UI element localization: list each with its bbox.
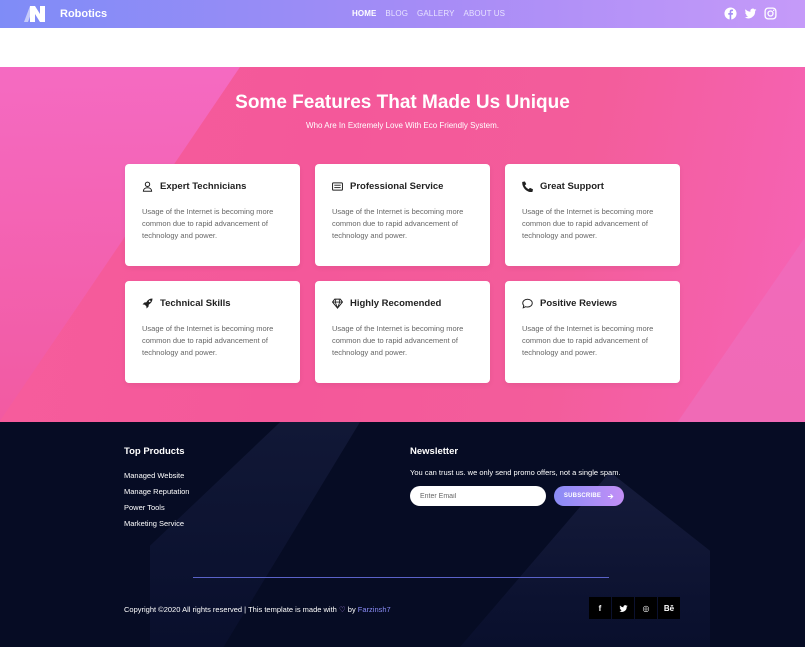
feature-card-text: Usage of the Internet is becoming more c… bbox=[522, 324, 654, 357]
nav-blog[interactable]: BLOG bbox=[385, 9, 408, 18]
footer-link[interactable]: Managed Website bbox=[124, 471, 189, 487]
feature-card-title: Expert Technicians bbox=[160, 181, 247, 192]
rocket-icon bbox=[142, 298, 153, 309]
nav-about-us[interactable]: ABOUT US bbox=[464, 9, 506, 18]
feature-card-text: Usage of the Internet is becoming more c… bbox=[332, 207, 464, 240]
newsletter-heading: Newsletter bbox=[410, 446, 459, 457]
feature-card-text: Usage of the Internet is becoming more c… bbox=[142, 324, 274, 357]
feature-card-text: Usage of the Internet is becoming more c… bbox=[522, 207, 654, 240]
footer-divider bbox=[193, 577, 609, 578]
header-social-links bbox=[724, 7, 777, 20]
brand-logo[interactable]: Robotics bbox=[24, 6, 107, 22]
feature-card: Positive Reviews Usage of the Internet i… bbox=[505, 281, 680, 383]
twitter-icon[interactable] bbox=[612, 597, 634, 619]
heart-icon: ♡ bbox=[338, 605, 346, 614]
arrow-right-icon bbox=[607, 493, 614, 499]
site-footer: Top Products Managed Website Manage Repu… bbox=[0, 422, 805, 647]
nav-gallery[interactable]: GALLERY bbox=[417, 9, 454, 18]
dribbble-icon[interactable]: ◎ bbox=[635, 597, 657, 619]
feature-card-text: Usage of the Internet is becoming more c… bbox=[332, 324, 464, 357]
feature-card: Professional Service Usage of the Intern… bbox=[315, 164, 490, 266]
subscribe-label: SUBSCRIBE bbox=[563, 493, 602, 499]
feature-card: Highly Recomended Usage of the Internet … bbox=[315, 281, 490, 383]
feature-card: Great Support Usage of the Internet is b… bbox=[505, 164, 680, 266]
twitter-icon[interactable] bbox=[744, 7, 757, 20]
behance-icon[interactable]: Bē bbox=[658, 597, 680, 619]
feature-card-title: Professional Service bbox=[350, 181, 444, 192]
section-title: Some Features That Made Us Unique bbox=[235, 92, 570, 113]
feature-card: Expert Technicians Usage of the Internet… bbox=[125, 164, 300, 266]
feature-card-text: Usage of the Internet is becoming more c… bbox=[142, 207, 274, 240]
copyright-text: Copyright ©2020 All rights reserved | Th… bbox=[124, 605, 391, 614]
author-link[interactable]: Farzinsh7 bbox=[358, 605, 391, 614]
copyright-by: by bbox=[347, 605, 356, 614]
chat-bubble-icon bbox=[522, 298, 533, 309]
instagram-icon[interactable] bbox=[764, 7, 777, 20]
footer-link[interactable]: Power Tools bbox=[124, 503, 189, 519]
license-icon bbox=[332, 182, 343, 191]
top-products-heading: Top Products bbox=[124, 446, 185, 457]
feature-card: Technical Skills Usage of the Internet i… bbox=[125, 281, 300, 383]
feature-card-title: Highly Recomended bbox=[350, 298, 442, 309]
facebook-icon[interactable] bbox=[724, 7, 737, 20]
footer-social-links: f ◎ Bē bbox=[589, 597, 680, 619]
top-products-list: Managed Website Manage Reputation Power … bbox=[124, 471, 189, 535]
logo-mark-icon bbox=[24, 6, 45, 22]
nav-home[interactable]: HOME bbox=[352, 9, 376, 18]
newsletter-text: You can trust us. we only send promo off… bbox=[410, 468, 621, 477]
features-section: Some Features That Made Us Unique Who Ar… bbox=[0, 67, 805, 422]
section-subtitle: Who Are In Extremely Love With Eco Frien… bbox=[306, 121, 499, 130]
feature-card-title: Technical Skills bbox=[160, 298, 231, 309]
footer-link[interactable]: Manage Reputation bbox=[124, 487, 189, 503]
diamond-icon bbox=[332, 298, 343, 309]
brand-name: Robotics bbox=[60, 8, 108, 20]
feature-card-title: Positive Reviews bbox=[540, 298, 618, 309]
phone-icon bbox=[522, 181, 533, 192]
email-input[interactable] bbox=[410, 486, 546, 506]
footer-link[interactable]: Marketing Service bbox=[124, 519, 189, 535]
feature-card-title: Great Support bbox=[540, 181, 604, 192]
top-navbar: Robotics HOME BLOG GALLERY ABOUT US bbox=[0, 0, 805, 28]
facebook-icon[interactable]: f bbox=[589, 597, 611, 619]
subscribe-button[interactable]: SUBSCRIBE bbox=[554, 486, 624, 506]
user-icon bbox=[142, 181, 153, 192]
main-nav: HOME BLOG GALLERY ABOUT US bbox=[352, 9, 505, 18]
copyright-prefix: Copyright ©2020 All rights reserved | Th… bbox=[124, 605, 337, 614]
